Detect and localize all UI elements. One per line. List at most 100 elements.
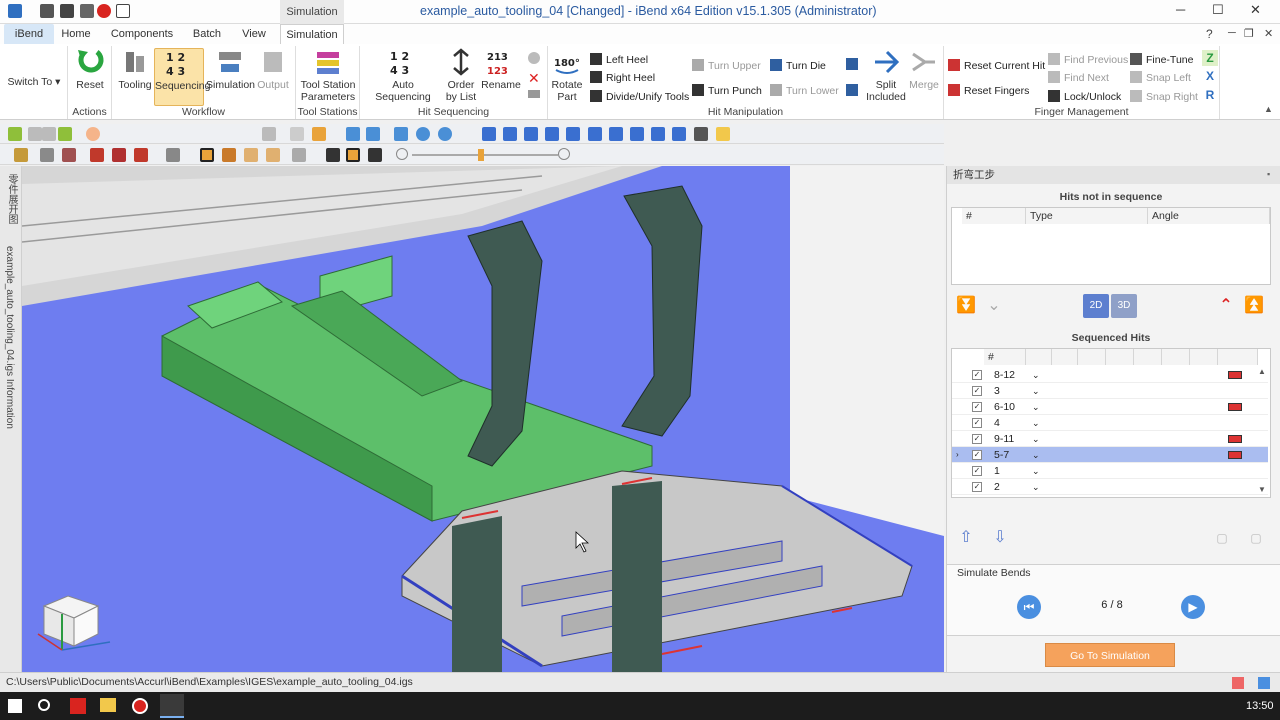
zoom-slider-track[interactable] — [412, 154, 558, 156]
column-seq-icon-5[interactable] — [1134, 349, 1162, 365]
tab-components[interactable]: Components — [106, 24, 178, 44]
quick-access-save-icon[interactable] — [60, 4, 74, 18]
snap-left-button[interactable]: Snap Left — [1130, 70, 1191, 86]
search-icon[interactable] — [38, 699, 50, 711]
table-row[interactable]: ✓ 3 ⌄ — [952, 383, 1268, 399]
toolbar-tool7-icon[interactable] — [166, 148, 180, 162]
hits-not-in-sequence-grid[interactable]: # Type Angle — [951, 207, 1271, 285]
column-seq-icon-4[interactable] — [1106, 349, 1134, 365]
rotate-part-button[interactable]: 180° Rotate Part — [550, 48, 584, 106]
row-checkbox[interactable]: ✓ — [972, 482, 982, 492]
column-seq-hash[interactable]: # — [984, 349, 1026, 365]
toolbar-tool11-icon[interactable] — [292, 148, 306, 162]
grid-scroll-up-icon[interactable]: ▲ — [1258, 367, 1266, 376]
zoom-in-icon[interactable] — [416, 127, 430, 141]
quick-access-record-icon[interactable] — [97, 4, 111, 18]
output-button[interactable]: Output — [254, 48, 292, 106]
previous-bend-button[interactable]: ⏮ — [1017, 595, 1041, 619]
toolbar-tool10-icon[interactable] — [266, 148, 280, 162]
go-to-simulation-button[interactable]: Go To Simulation — [1045, 643, 1175, 667]
move-up-icon[interactable]: ⌃ — [1213, 294, 1239, 318]
column-seq-icon-6[interactable] — [1162, 349, 1190, 365]
pan-view-icon[interactable] — [366, 127, 380, 141]
row-checkbox[interactable]: ✓ — [972, 402, 982, 412]
list-details-icon[interactable] — [846, 84, 858, 96]
toolbar-shape-icon[interactable] — [290, 127, 304, 141]
toolbar-tool3-icon[interactable] — [62, 148, 76, 162]
rotate-view-icon[interactable] — [346, 127, 360, 141]
toolbar-frame-icon[interactable] — [200, 148, 214, 162]
next-bend-button[interactable]: ▶ — [1181, 595, 1205, 619]
minimize-button[interactable]: ─ — [1176, 2, 1185, 17]
help-icon[interactable]: ? — [1206, 27, 1213, 41]
slider-minus-icon[interactable] — [396, 148, 408, 160]
tab-file-information[interactable]: example_auto_tooling_04.igs Information — [4, 246, 15, 429]
seq-copy-icon[interactable]: ▢ — [1209, 526, 1235, 550]
view-iso4-icon[interactable] — [672, 127, 686, 141]
axis-x-icon[interactable]: X — [1202, 68, 1218, 84]
row-dropdown-chevron-icon[interactable]: ⌄ — [1032, 367, 1040, 383]
row-dropdown-chevron-icon[interactable]: ⌄ — [1032, 431, 1040, 447]
view-3d-icon[interactable]: 3D — [1111, 294, 1137, 318]
lock-unlock-button[interactable]: Lock/Unlock — [1048, 89, 1121, 105]
taskbar-app-red-icon[interactable] — [70, 698, 86, 714]
confirm-icon[interactable] — [528, 52, 540, 64]
app-icon[interactable] — [8, 4, 22, 18]
row-checkbox[interactable]: ✓ — [972, 450, 982, 460]
reset-fingers-button[interactable]: Reset Fingers — [948, 83, 1029, 99]
toolbar-tool9-icon[interactable] — [244, 148, 258, 162]
table-row[interactable]: ✓ 4 ⌄ — [952, 415, 1268, 431]
turn-upper-button[interactable]: Turn Upper — [692, 58, 761, 74]
view-left-icon[interactable] — [524, 127, 538, 141]
quick-access-open-icon[interactable] — [40, 4, 54, 18]
move-down-double-icon[interactable]: ⏬ — [953, 294, 979, 318]
left-heel-button[interactable]: Left Heel — [590, 52, 648, 68]
delete-icon[interactable]: ✕ — [528, 70, 540, 87]
row-checkbox[interactable]: ✓ — [972, 466, 982, 476]
seq-up-arrow-icon[interactable]: ⇧ — [953, 526, 979, 550]
clear-icon[interactable] — [528, 90, 540, 98]
slider-plus-icon[interactable] — [558, 148, 570, 160]
toolbar-grid-icon[interactable] — [58, 127, 72, 141]
row-dropdown-chevron-icon[interactable]: ⌄ — [1032, 383, 1040, 399]
table-row[interactable]: ✓ 8-12 ⌄ — [952, 367, 1268, 383]
close-button[interactable]: ✕ — [1250, 2, 1261, 18]
view-top-icon[interactable] — [566, 127, 580, 141]
table-row[interactable]: › ✓ 5-7 ⌄ — [952, 447, 1268, 463]
row-checkbox[interactable]: ✓ — [972, 434, 982, 444]
tab-simulation[interactable]: Simulation — [280, 24, 344, 44]
column-angle[interactable]: Angle — [1148, 208, 1270, 224]
column-type[interactable]: Type — [1026, 208, 1148, 224]
column-seq-icon-2[interactable] — [1052, 349, 1078, 365]
simulation-button[interactable]: Simulation — [206, 48, 255, 106]
status-foot-icon[interactable] — [1258, 677, 1270, 689]
quick-access-exit-icon[interactable] — [116, 4, 130, 18]
taskbar-record-icon[interactable] — [132, 698, 148, 714]
auto-sequencing-button[interactable]: 1 24 3 Auto Sequencing — [364, 48, 442, 106]
seq-clear-icon[interactable]: ▢ — [1243, 526, 1269, 550]
view-highlight-icon[interactable] — [716, 127, 730, 141]
table-row[interactable]: ✓ 9-11 ⌄ — [952, 431, 1268, 447]
maximize-button[interactable]: ☐ — [1212, 2, 1224, 18]
status-record-icon[interactable] — [1232, 677, 1244, 689]
start-icon[interactable] — [8, 699, 22, 713]
window-restore-icon[interactable]: ─ — [1228, 27, 1236, 39]
toolbar-tool14-icon[interactable] — [368, 148, 382, 162]
toolbar-face-icon[interactable] — [86, 127, 100, 141]
taskbar-ibend-icon[interactable] — [160, 694, 184, 718]
sequenced-hits-grid[interactable]: # ✓ 8-12 ⌄ ✓ 3 ⌄ ✓ 6-10 ⌄ ✓ 4 ⌄ ✓ 9-11 ⌄ › ✓ 5-7 ⌄ ✓ 1 ⌄ ✓ 2 ⌄ ▲… — [951, 348, 1271, 498]
turn-die-button[interactable]: Turn Die — [770, 58, 826, 74]
toolbar-tool6-icon[interactable] — [134, 148, 148, 162]
row-checkbox[interactable]: ✓ — [972, 386, 982, 396]
column-seq-icon-3[interactable] — [1078, 349, 1106, 365]
table-row[interactable]: ✓ 1 ⌄ — [952, 463, 1268, 479]
divide-unify-button[interactable]: Divide/Unify Tools — [590, 89, 689, 105]
turn-lower-button[interactable]: Turn Lower — [770, 83, 839, 99]
3d-scene[interactable] — [22, 166, 944, 672]
axis-r-icon[interactable]: R — [1202, 87, 1218, 103]
view-2d-icon[interactable]: 2D — [1083, 294, 1109, 318]
reset-button[interactable]: Reset — [72, 48, 108, 106]
tooling-button[interactable]: Tooling — [116, 48, 154, 106]
row-dropdown-chevron-icon[interactable]: ⌄ — [1032, 447, 1040, 463]
view-iso1-icon[interactable] — [609, 127, 623, 141]
